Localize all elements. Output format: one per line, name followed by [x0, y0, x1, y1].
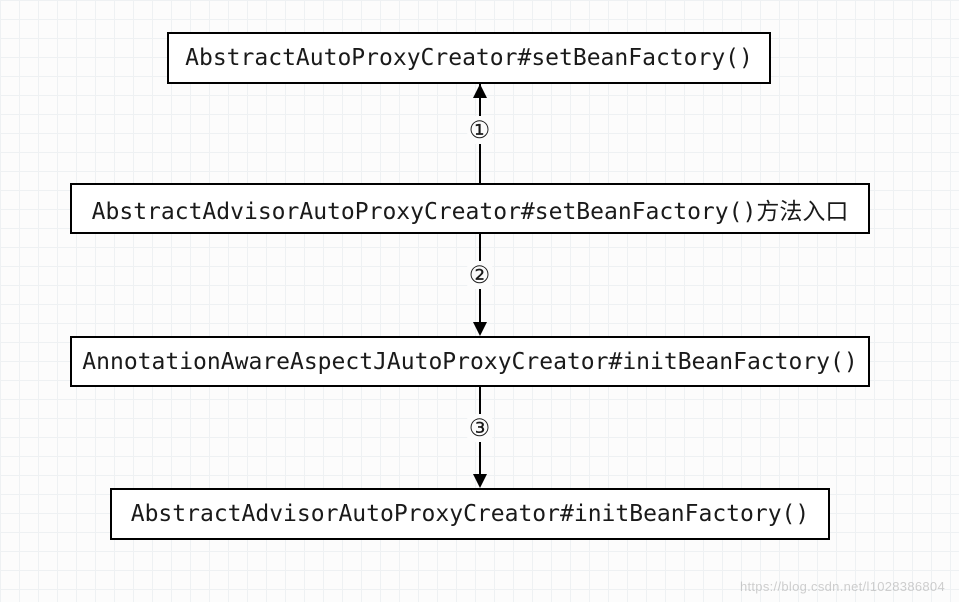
node-abstract-advisor-auto-proxy-creator-initbeanfactory: AbstractAdvisorAutoProxyCreator#initBean…	[110, 488, 830, 540]
node-abstract-auto-proxy-creator-setbeanfactory: AbstractAutoProxyCreator#setBeanFactory(…	[167, 32, 771, 84]
edge-2-label: ②	[467, 261, 493, 289]
node-abstract-advisor-auto-proxy-creator-setbeanfactory-entry: AbstractAdvisorAutoProxyCreator#setBeanF…	[70, 183, 870, 234]
node-annotation-aware-aspectj-auto-proxy-creator-initbeanfactory: AnnotationAwareAspectJAutoProxyCreator#i…	[70, 336, 870, 387]
edge-3-label: ③	[467, 414, 493, 442]
edge-3-arrow-down-icon	[473, 474, 487, 488]
node-label: AbstractAdvisorAutoProxyCreator#initBean…	[131, 501, 810, 527]
node-label: AnnotationAwareAspectJAutoProxyCreator#i…	[82, 349, 857, 375]
watermark: https://blog.csdn.net/l1028386804	[740, 579, 945, 594]
edge-1-label: ①	[467, 116, 493, 144]
node-label: AbstractAutoProxyCreator#setBeanFactory(…	[185, 45, 753, 71]
node-label: AbstractAdvisorAutoProxyCreator#setBeanF…	[92, 192, 849, 226]
edge-2-arrow-down-icon	[473, 322, 487, 336]
edge-1-arrow-up-icon	[473, 84, 487, 98]
